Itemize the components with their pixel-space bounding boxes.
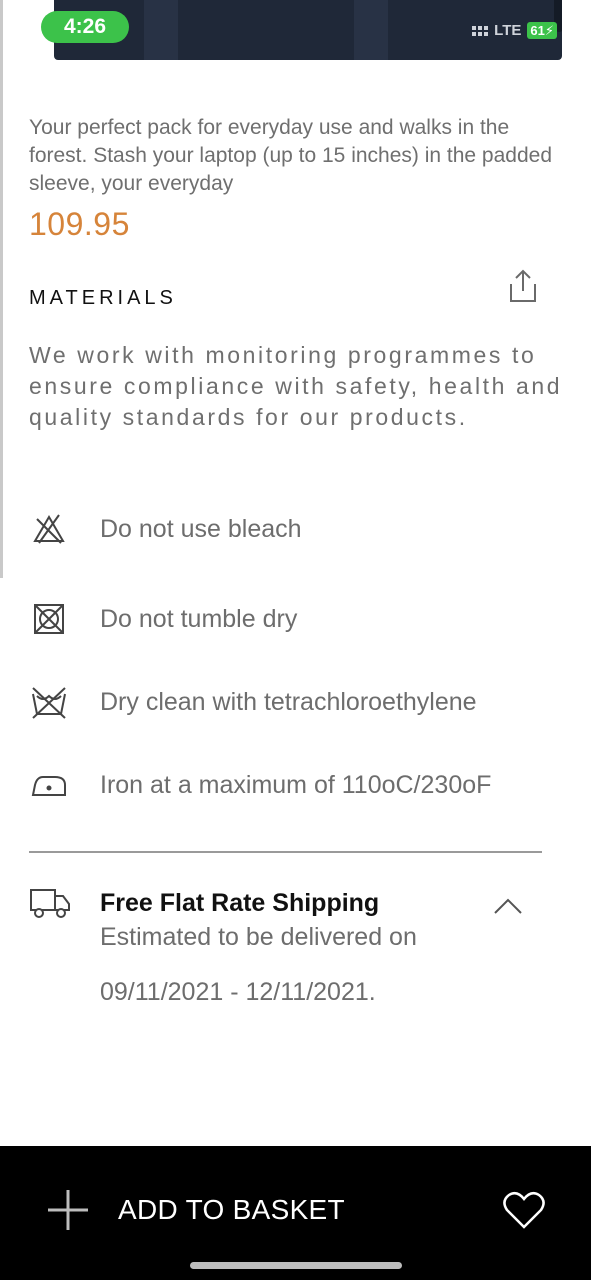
- care-item-no-bleach: Do not use bleach: [29, 509, 569, 549]
- no-tumble-dry-icon: [34, 604, 64, 634]
- backpack-strap: [144, 0, 178, 60]
- care-label: Iron at a maximum of 110oC/230oF: [100, 770, 492, 799]
- care-item-no-tumble-dry: Do not tumble dry: [29, 599, 569, 639]
- care-label: Do not use bleach: [100, 514, 302, 543]
- battery-level: 61: [530, 23, 545, 38]
- chevron-up-icon[interactable]: [492, 896, 524, 916]
- signal-icon: [472, 25, 489, 36]
- iron-icon: [31, 776, 66, 796]
- dry-clean-icon: [32, 687, 66, 719]
- home-indicator: [190, 1262, 402, 1269]
- care-label: Dry clean with tetrachloroethylene: [100, 687, 477, 716]
- status-time: 4:26: [41, 11, 129, 43]
- care-label: Do not tumble dry: [100, 604, 298, 633]
- backpack-strap: [354, 0, 388, 60]
- scroll-edge: [0, 0, 3, 578]
- battery-icon: 61⚡: [527, 22, 557, 39]
- shipping-title[interactable]: Free Flat Rate Shipping: [100, 889, 379, 918]
- no-bleach-icon: [33, 514, 65, 544]
- plus-icon[interactable]: [46, 1188, 90, 1232]
- materials-heading: MATERIALS: [29, 287, 177, 309]
- truck-icon: [30, 889, 70, 918]
- network-label: LTE: [494, 22, 522, 39]
- heart-icon[interactable]: [502, 1190, 546, 1230]
- materials-text: We work with monitoring programmes to en…: [29, 342, 563, 430]
- shipping-dates: 09/11/2021 - 12/11/2021.: [100, 978, 376, 1006]
- add-to-basket-button[interactable]: ADD TO BASKET: [118, 1194, 345, 1226]
- shipping-subtitle: Estimated to be delivered on: [100, 923, 417, 951]
- share-icon[interactable]: [506, 268, 540, 304]
- product-description: Your perfect pack for everyday use and w…: [29, 116, 553, 195]
- divider: [29, 851, 542, 853]
- status-indicators: LTE 61⚡: [472, 22, 557, 39]
- care-item-dry-clean: Dry clean with tetrachloroethylene: [29, 682, 569, 722]
- care-item-iron: Iron at a maximum of 110oC/230oF: [29, 765, 569, 805]
- product-price: 109.95: [29, 206, 130, 242]
